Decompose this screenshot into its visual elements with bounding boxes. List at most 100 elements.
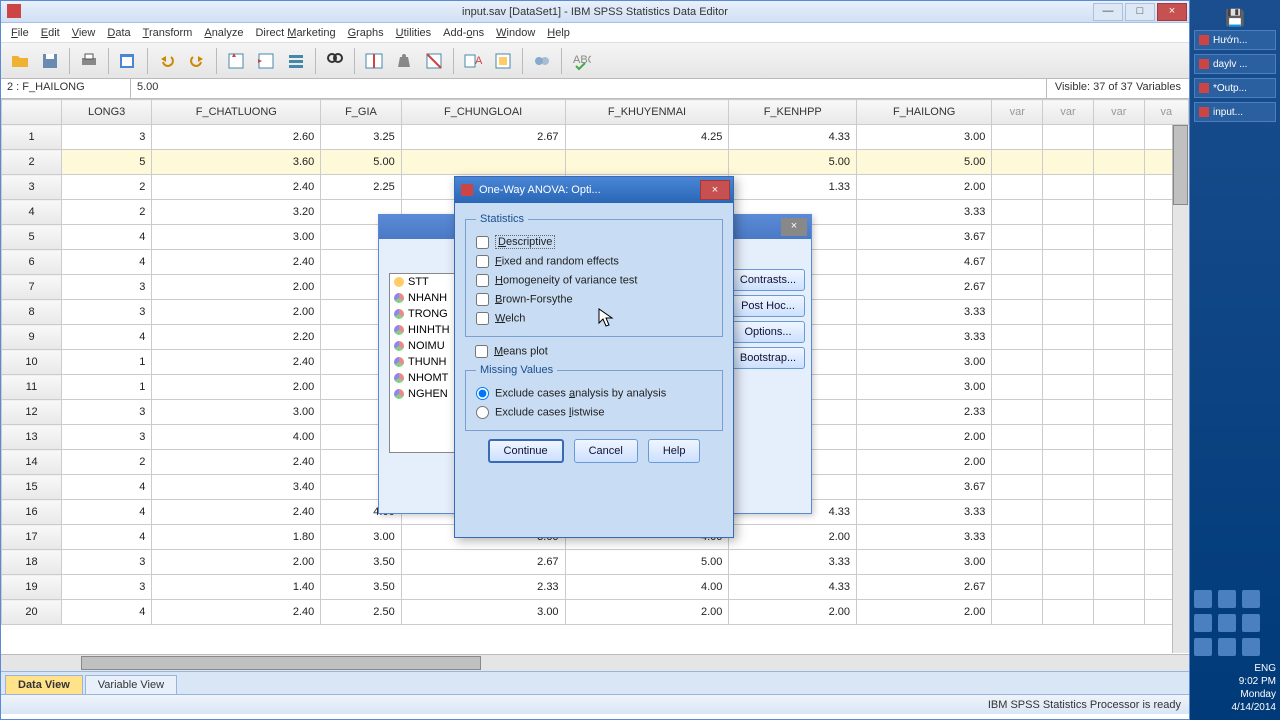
data-cell[interactable] bbox=[1093, 350, 1144, 375]
data-cell[interactable] bbox=[1093, 325, 1144, 350]
data-cell[interactable]: 4 bbox=[62, 475, 152, 500]
data-cell[interactable]: 2.00 bbox=[857, 600, 992, 625]
data-cell[interactable] bbox=[1043, 575, 1094, 600]
row-header[interactable]: 14 bbox=[2, 450, 62, 475]
data-cell[interactable]: 2.40 bbox=[152, 500, 321, 525]
data-cell[interactable]: 2.40 bbox=[152, 175, 321, 200]
tray-icon[interactable] bbox=[1218, 614, 1236, 632]
row-header[interactable]: 8 bbox=[2, 300, 62, 325]
data-cell[interactable]: 5.00 bbox=[565, 550, 729, 575]
menu-window[interactable]: Window bbox=[490, 25, 541, 41]
data-cell[interactable]: 2.33 bbox=[401, 575, 565, 600]
row-header[interactable]: 17 bbox=[2, 525, 62, 550]
data-cell[interactable]: 2.33 bbox=[857, 400, 992, 425]
data-cell[interactable]: 5.00 bbox=[729, 150, 857, 175]
continue-button[interactable]: Continue bbox=[488, 439, 564, 463]
sidebar-window-item[interactable]: Hướn... bbox=[1194, 30, 1276, 50]
data-cell[interactable]: 2.40 bbox=[152, 450, 321, 475]
homogeneity-checkbox[interactable]: Homogeneity of variance test bbox=[476, 271, 712, 290]
data-cell[interactable]: 4.25 bbox=[565, 125, 729, 150]
data-cell[interactable] bbox=[1043, 375, 1094, 400]
data-cell[interactable]: 4.33 bbox=[729, 125, 857, 150]
anova-dialog-close[interactable]: × bbox=[781, 218, 807, 236]
data-cell[interactable] bbox=[1093, 400, 1144, 425]
data-cell[interactable] bbox=[1093, 550, 1144, 575]
data-cell[interactable]: 3.00 bbox=[857, 125, 992, 150]
data-cell[interactable] bbox=[992, 125, 1043, 150]
data-cell[interactable] bbox=[992, 250, 1043, 275]
data-cell[interactable] bbox=[1093, 575, 1144, 600]
menu-data[interactable]: Data bbox=[101, 25, 136, 41]
row-header[interactable]: 6 bbox=[2, 250, 62, 275]
tray-icon[interactable] bbox=[1242, 614, 1260, 632]
column-header[interactable]: var bbox=[1093, 100, 1144, 125]
row-header[interactable]: 2 bbox=[2, 150, 62, 175]
data-cell[interactable]: 3.00 bbox=[857, 375, 992, 400]
data-cell[interactable]: 3.33 bbox=[857, 325, 992, 350]
goto-variable-icon[interactable] bbox=[253, 48, 279, 74]
data-cell[interactable] bbox=[1043, 275, 1094, 300]
exclude-analysis-radio[interactable]: Exclude cases analysis by analysis bbox=[476, 384, 712, 403]
data-cell[interactable] bbox=[1043, 150, 1094, 175]
data-cell[interactable]: 1.40 bbox=[152, 575, 321, 600]
menu-analyze[interactable]: Analyze bbox=[198, 25, 249, 41]
data-cell[interactable]: 2.40 bbox=[152, 350, 321, 375]
row-header[interactable]: 19 bbox=[2, 575, 62, 600]
data-cell[interactable]: 2.00 bbox=[857, 425, 992, 450]
data-cell[interactable]: 4.00 bbox=[565, 575, 729, 600]
data-cell[interactable] bbox=[1043, 225, 1094, 250]
data-cell[interactable] bbox=[992, 225, 1043, 250]
data-cell[interactable]: 3 bbox=[62, 275, 152, 300]
data-cell[interactable] bbox=[1093, 200, 1144, 225]
data-cell[interactable]: 3.67 bbox=[857, 225, 992, 250]
data-cell[interactable]: 3.33 bbox=[729, 550, 857, 575]
data-cell[interactable]: 5.00 bbox=[857, 150, 992, 175]
data-cell[interactable]: 3.33 bbox=[857, 500, 992, 525]
data-cell[interactable] bbox=[992, 500, 1043, 525]
data-cell[interactable]: 3 bbox=[62, 425, 152, 450]
data-cell[interactable] bbox=[1093, 525, 1144, 550]
open-icon[interactable] bbox=[7, 48, 33, 74]
data-cell[interactable]: 2.40 bbox=[152, 600, 321, 625]
data-cell[interactable] bbox=[992, 550, 1043, 575]
posthoc-button[interactable]: Post Hoc... bbox=[731, 295, 805, 317]
descriptive-checkbox[interactable]: Descriptive bbox=[476, 233, 712, 252]
data-cell[interactable]: 3.00 bbox=[401, 600, 565, 625]
row-header[interactable]: 11 bbox=[2, 375, 62, 400]
undo-icon[interactable] bbox=[154, 48, 180, 74]
row-header[interactable]: 15 bbox=[2, 475, 62, 500]
data-cell[interactable]: 2.67 bbox=[857, 275, 992, 300]
data-cell[interactable]: 2 bbox=[62, 450, 152, 475]
save-disk-icon[interactable]: 💾 bbox=[1194, 8, 1276, 30]
data-cell[interactable]: 2.00 bbox=[152, 275, 321, 300]
data-cell[interactable]: 4 bbox=[62, 525, 152, 550]
data-cell[interactable]: 2.67 bbox=[401, 125, 565, 150]
column-header[interactable]: F_GIA bbox=[321, 100, 401, 125]
column-header[interactable]: var bbox=[992, 100, 1043, 125]
row-header[interactable]: 16 bbox=[2, 500, 62, 525]
tray-icon[interactable] bbox=[1218, 590, 1236, 608]
weight-cases-icon[interactable] bbox=[391, 48, 417, 74]
sidebar-window-item[interactable]: daylv ... bbox=[1194, 54, 1276, 74]
data-cell[interactable]: 4.33 bbox=[729, 575, 857, 600]
data-cell[interactable] bbox=[1043, 325, 1094, 350]
menu-addons[interactable]: Add-ons bbox=[437, 25, 490, 41]
data-cell[interactable]: 3 bbox=[62, 400, 152, 425]
select-cases-icon[interactable] bbox=[421, 48, 447, 74]
data-cell[interactable]: 5 bbox=[62, 150, 152, 175]
data-cell[interactable]: 3.60 bbox=[152, 150, 321, 175]
cancel-button[interactable]: Cancel bbox=[574, 439, 638, 463]
data-cell[interactable] bbox=[1043, 300, 1094, 325]
data-cell[interactable] bbox=[992, 425, 1043, 450]
data-cell[interactable]: 2.00 bbox=[565, 600, 729, 625]
goto-case-icon[interactable] bbox=[223, 48, 249, 74]
data-cell[interactable] bbox=[1093, 175, 1144, 200]
data-cell[interactable]: 2.00 bbox=[857, 175, 992, 200]
sidebar-window-item[interactable]: *Outp... bbox=[1194, 78, 1276, 98]
vertical-scrollbar[interactable] bbox=[1172, 125, 1189, 653]
column-header[interactable]: F_KHUYENMAI bbox=[565, 100, 729, 125]
data-cell[interactable] bbox=[992, 150, 1043, 175]
redo-icon[interactable] bbox=[184, 48, 210, 74]
column-header[interactable]: var bbox=[1043, 100, 1094, 125]
data-cell[interactable]: 3.50 bbox=[321, 575, 401, 600]
